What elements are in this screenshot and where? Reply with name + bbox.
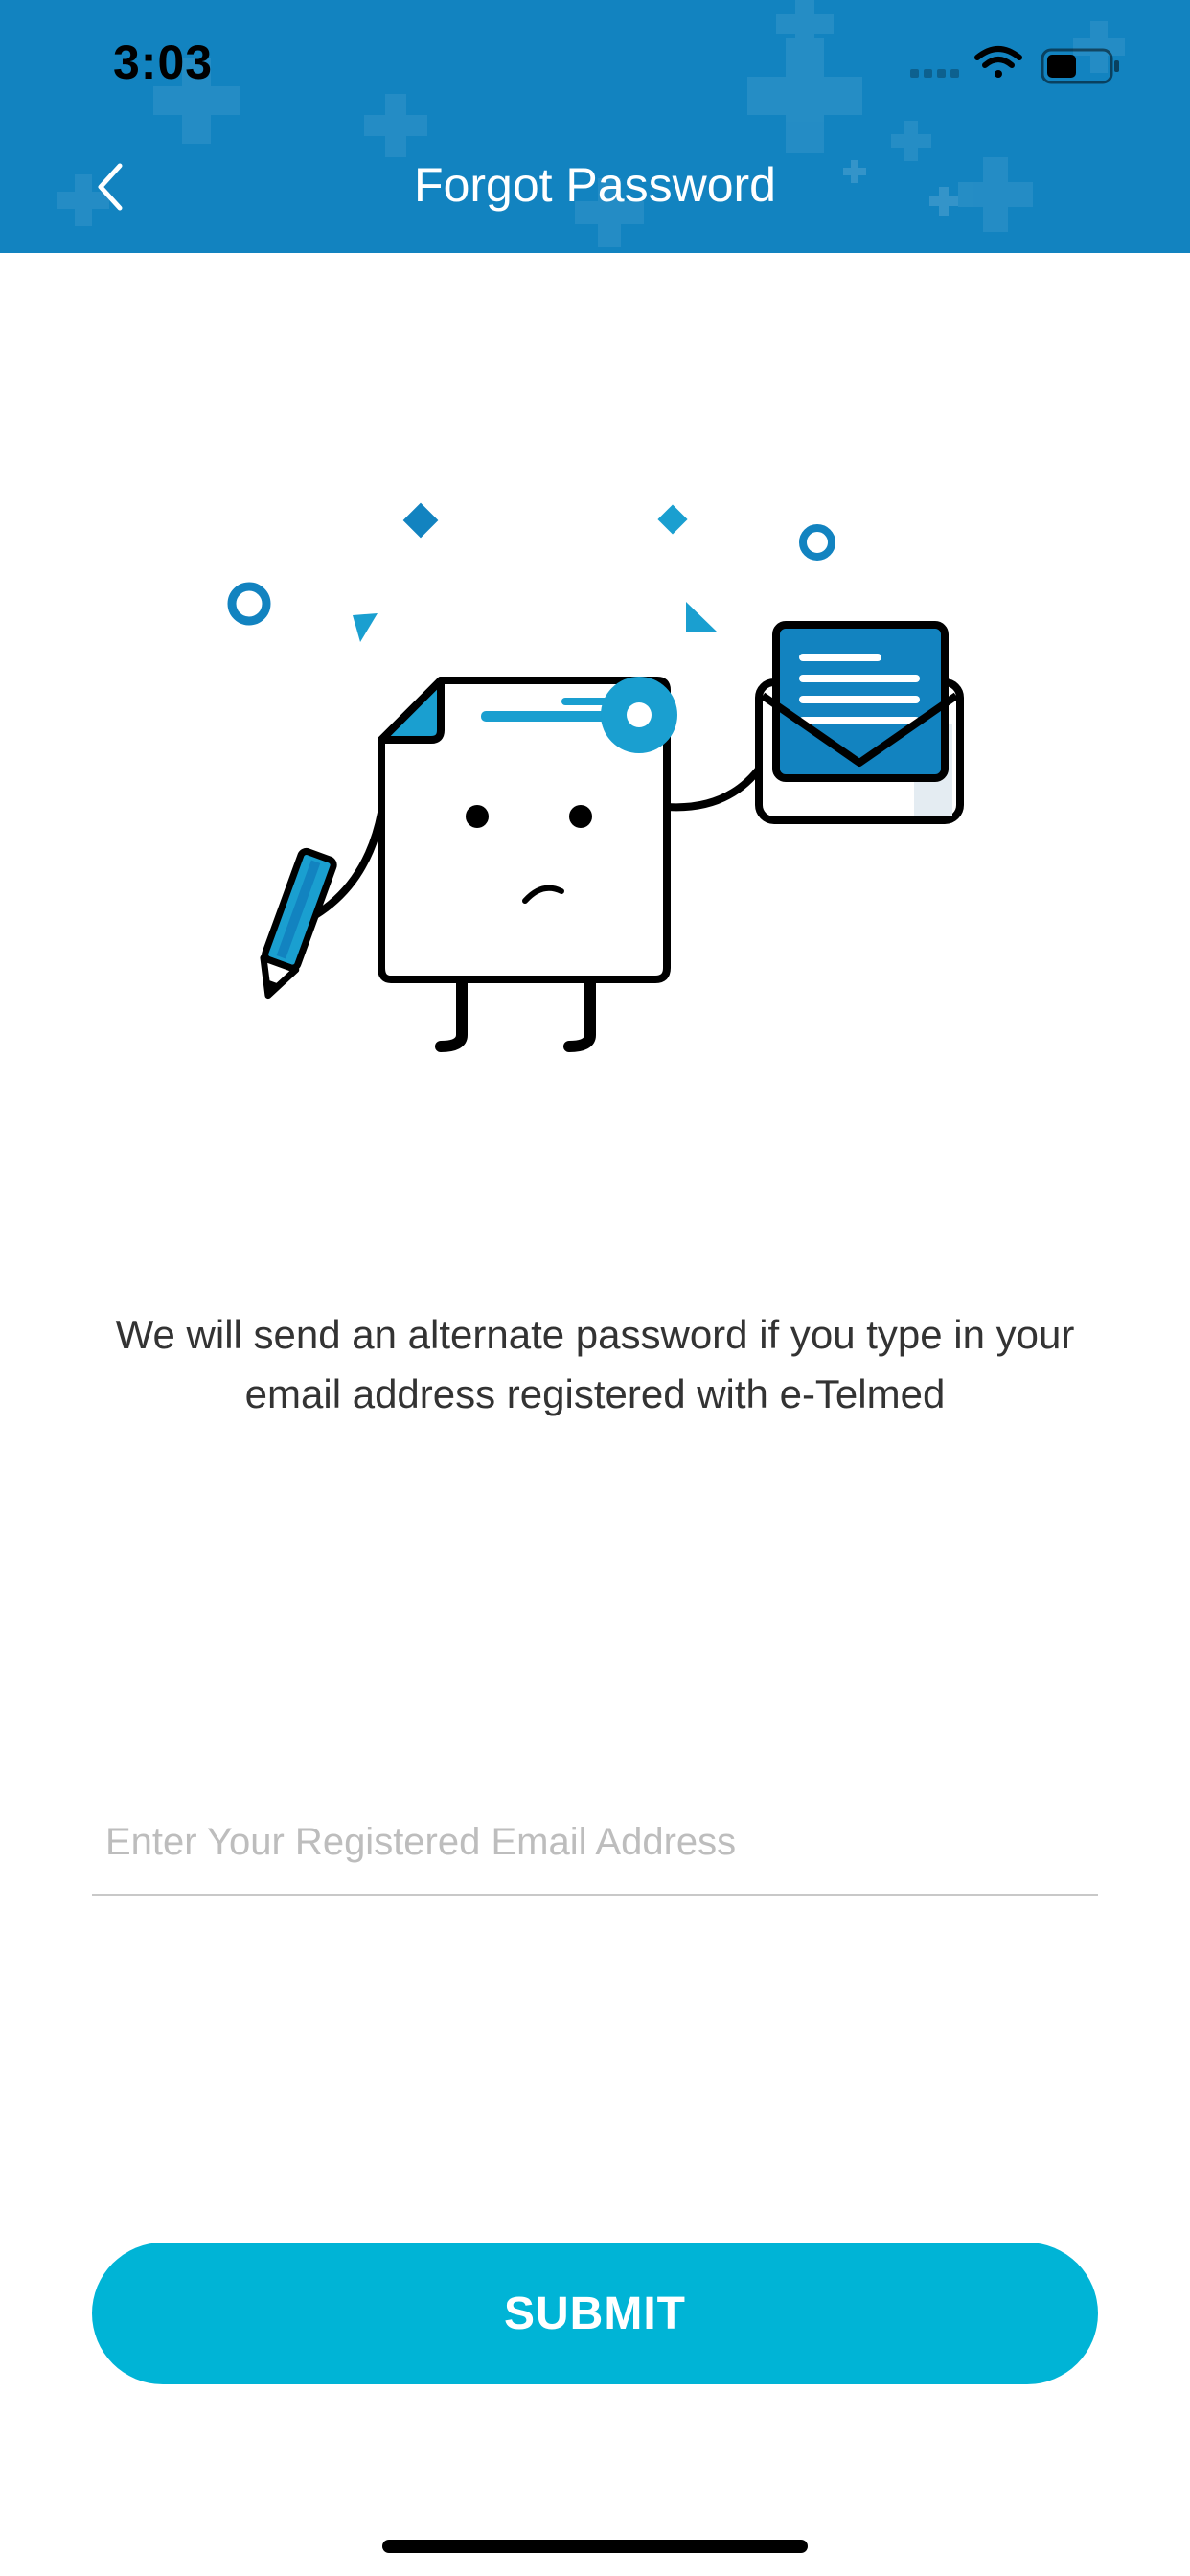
confetti-ring-left: [227, 582, 271, 626]
left-eye: [466, 805, 489, 828]
status-time: 3:03: [113, 35, 214, 89]
forgot-password-screen: 3:03 Forgot Password We will send an alt…: [0, 0, 1190, 2576]
confetti-triangle-1: [353, 613, 378, 642]
submit-button[interactable]: SUBMIT: [92, 2242, 1098, 2384]
page-title: Forgot Password: [414, 158, 776, 212]
forgot-password-illustration: [227, 502, 964, 1052]
status-icons: [910, 46, 1119, 84]
envelope-icon: [755, 621, 964, 824]
instruction-text: We will send an alternate password if yo…: [115, 1312, 1075, 1416]
right-eye: [569, 805, 592, 828]
wifi-icon: [974, 46, 1022, 78]
signal-icon: [910, 69, 959, 78]
key-hole: [627, 702, 652, 727]
home-indicator[interactable]: [382, 2540, 808, 2553]
confetti-ring-right: [799, 524, 835, 561]
left-leg: [435, 974, 468, 1052]
confetti-triangle-2: [686, 602, 718, 632]
confetti-diamond-1: [402, 502, 439, 539]
battery-icon: [1041, 48, 1119, 84]
right-leg: [563, 974, 596, 1052]
right-arm: [663, 763, 765, 812]
confetti-diamond-2: [657, 504, 688, 535]
pencil-icon: [260, 847, 337, 1000]
document-fold: [378, 677, 445, 744]
email-field[interactable]: [92, 1790, 1098, 1896]
header-bar: 3:03 Forgot Password: [0, 0, 1190, 253]
